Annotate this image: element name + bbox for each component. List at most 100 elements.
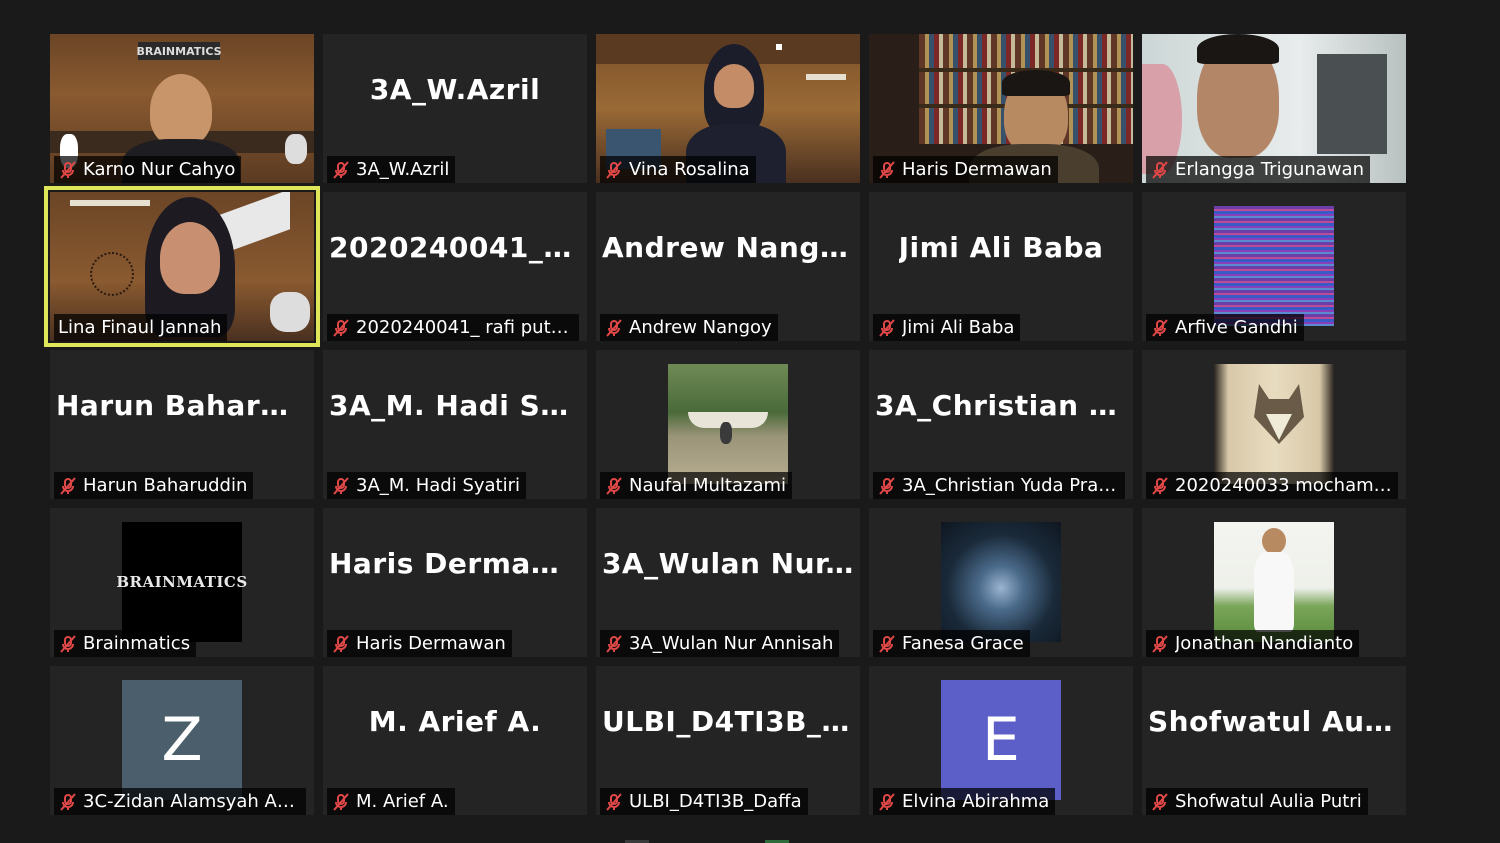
participant-name-label: Lina Finaul Jannah (54, 314, 228, 341)
participant-name-label: Shofwatul Aulia Putri (1146, 788, 1368, 815)
participant-tile-harun[interactable]: Harun Baharud... Harun Baharuddin (50, 350, 314, 499)
participant-name-label: Arfive Gandhi (1146, 314, 1304, 341)
participant-tile-shofwatul[interactable]: Shofwatul Aulia... Shofwatul Aulia Putri (1142, 666, 1406, 815)
participant-tile-lina-active-speaker[interactable]: Lina Finaul Jannah (44, 186, 320, 347)
avatar: E (941, 680, 1061, 800)
participant-name-label: 3A_W.Azril (327, 156, 456, 183)
participant-tile-rafi[interactable]: 2020240041_ ra... 2020240041_ rafi putra… (323, 192, 587, 341)
microphone-muted-icon (606, 792, 622, 811)
participant-display-name: 2020240041_ ra... (329, 231, 581, 264)
participant-tile-w-azril[interactable]: 3A_W.Azril 3A_W.Azril (323, 34, 587, 183)
microphone-muted-icon (1152, 634, 1168, 653)
microphone-muted-icon (879, 634, 895, 653)
participant-tile-wulan[interactable]: 3A_Wulan Nur... 3A_Wulan Nur Annisah (596, 508, 860, 657)
microphone-muted-icon (879, 318, 895, 337)
participant-display-name: ULBI_D4TI3B_D... (602, 705, 854, 738)
participant-tile-haris-name[interactable]: Haris Dermawan Haris Dermawan (323, 508, 587, 657)
participant-tile-jimi[interactable]: Jimi Ali Baba Jimi Ali Baba (869, 192, 1133, 341)
participant-display-name: 3A_Christian Yu... (875, 389, 1127, 422)
participant-tile-elvina[interactable]: E Elvina Abirahma (869, 666, 1133, 815)
microphone-muted-icon (1152, 160, 1168, 179)
participant-display-name: Haris Dermawan (329, 547, 581, 580)
microphone-muted-icon (1152, 318, 1168, 337)
microphone-muted-icon (606, 634, 622, 653)
microphone-muted-icon (60, 476, 76, 495)
participant-tile-andrew[interactable]: Andrew Nangoy Andrew Nangoy (596, 192, 860, 341)
participant-name-label: Jimi Ali Baba (873, 314, 1021, 341)
participant-tile-naufal[interactable]: Naufal Multazami (596, 350, 860, 499)
participant-display-name: M. Arief A. (368, 705, 542, 738)
participant-tile-haris-video[interactable]: Haris Dermawan (869, 34, 1133, 183)
participant-name-label: Erlangga Trigunawan (1146, 156, 1370, 183)
participant-display-name: Shofwatul Aulia... (1148, 705, 1400, 738)
participant-display-name: Jimi Ali Baba (898, 231, 1104, 264)
participant-display-name: Harun Baharud... (56, 389, 308, 422)
avatar-initial: E (982, 705, 1020, 775)
participant-name-label: 3A_Christian Yuda Prata... (873, 472, 1125, 499)
participant-name-label: M. Arief A. (327, 788, 455, 815)
microphone-muted-icon (1152, 476, 1168, 495)
participant-display-name: 3A_M. Hadi Sya... (329, 389, 581, 422)
microphone-muted-icon (333, 160, 349, 179)
participant-tile-jonathan[interactable]: Jonathan Nandianto (1142, 508, 1406, 657)
participant-name-label: Karno Nur Cahyo (54, 156, 242, 183)
avatar-initial: Z (161, 705, 203, 775)
microphone-muted-icon (60, 634, 76, 653)
participant-name-label: Elvina Abirahma (873, 788, 1056, 815)
participant-tile-karno[interactable]: BRAINMATICS Karno Nur Cahyo (50, 34, 314, 183)
participant-name-label: Andrew Nangoy (600, 314, 778, 341)
microphone-muted-icon (333, 318, 349, 337)
profile-picture (941, 522, 1061, 642)
profile-picture (668, 364, 788, 484)
brainmatics-logo: BRAINMATICS (136, 42, 222, 60)
participant-name-label: 3A_Wulan Nur Annisah (600, 630, 840, 657)
microphone-muted-icon (333, 476, 349, 495)
participant-name-label: 2020240041_ rafi putra gi... (327, 314, 579, 341)
microphone-muted-icon (879, 160, 895, 179)
participant-display-name: Andrew Nangoy (602, 231, 854, 264)
microphone-muted-icon (879, 792, 895, 811)
microphone-muted-icon (606, 318, 622, 337)
participant-tile-arfive[interactable]: Arfive Gandhi (1142, 192, 1406, 341)
profile-picture (1214, 522, 1334, 642)
participant-tile-hadi[interactable]: 3A_M. Hadi Sya... 3A_M. Hadi Syatiri (323, 350, 587, 499)
participant-name-label: Haris Dermawan (327, 630, 512, 657)
brainmatics-logo: BRAINMATICS (116, 573, 248, 591)
participant-name-label: Vina Rosalina (600, 156, 756, 183)
avatar: Z (122, 680, 242, 800)
participant-gallery: BRAINMATICS Karno Nur Cahyo 3A_W.Azril 3… (44, 34, 1407, 815)
participant-tile-christian[interactable]: 3A_Christian Yu... 3A_Christian Yuda Pra… (869, 350, 1133, 499)
microphone-muted-icon (333, 634, 349, 653)
participant-name-label: Harun Baharuddin (54, 472, 254, 499)
participant-tile-mochamad[interactable]: 2020240033 mochamad a... (1142, 350, 1406, 499)
participant-name-label: 3A_M. Hadi Syatiri (327, 472, 527, 499)
participant-name-label: Fanesa Grace (873, 630, 1030, 657)
participant-name-label: Naufal Multazami (600, 472, 793, 499)
microphone-muted-icon (60, 160, 76, 179)
participant-tile-zidan[interactable]: Z 3C-Zidan Alamsyah Amir (50, 666, 314, 815)
participant-name-label: Haris Dermawan (873, 156, 1058, 183)
participant-tile-brainmatics[interactable]: BRAINMATICS Brainmatics (50, 508, 314, 657)
participant-tile-erlangga[interactable]: Erlangga Trigunawan (1142, 34, 1406, 183)
microphone-muted-icon (333, 792, 349, 811)
profile-picture: BRAINMATICS (116, 522, 247, 642)
profile-picture (1214, 206, 1334, 326)
participant-name-label: Jonathan Nandianto (1146, 630, 1360, 657)
participant-name-label: ULBI_D4TI3B_Daffa (600, 788, 808, 815)
participant-tile-daffa[interactable]: ULBI_D4TI3B_D... ULBI_D4TI3B_Daffa (596, 666, 860, 815)
participant-name-label: 3C-Zidan Alamsyah Amir (54, 788, 306, 815)
microphone-muted-icon (606, 160, 622, 179)
microphone-muted-icon (60, 792, 76, 811)
participant-display-name: 3A_W.Azril (369, 73, 541, 106)
participant-display-name: 3A_Wulan Nur... (602, 547, 854, 580)
microphone-muted-icon (1152, 792, 1168, 811)
participant-tile-vina[interactable]: Vina Rosalina (596, 34, 860, 183)
microphone-muted-icon (879, 476, 895, 495)
participant-tile-fanesa[interactable]: Fanesa Grace (869, 508, 1133, 657)
participant-name-label: Brainmatics (54, 630, 197, 657)
participant-name-label: 2020240033 mochamad a... (1146, 472, 1398, 499)
participant-tile-arief[interactable]: M. Arief A. M. Arief A. (323, 666, 587, 815)
microphone-muted-icon (606, 476, 622, 495)
toolbar-edge (0, 837, 1500, 843)
profile-picture (1214, 364, 1334, 484)
